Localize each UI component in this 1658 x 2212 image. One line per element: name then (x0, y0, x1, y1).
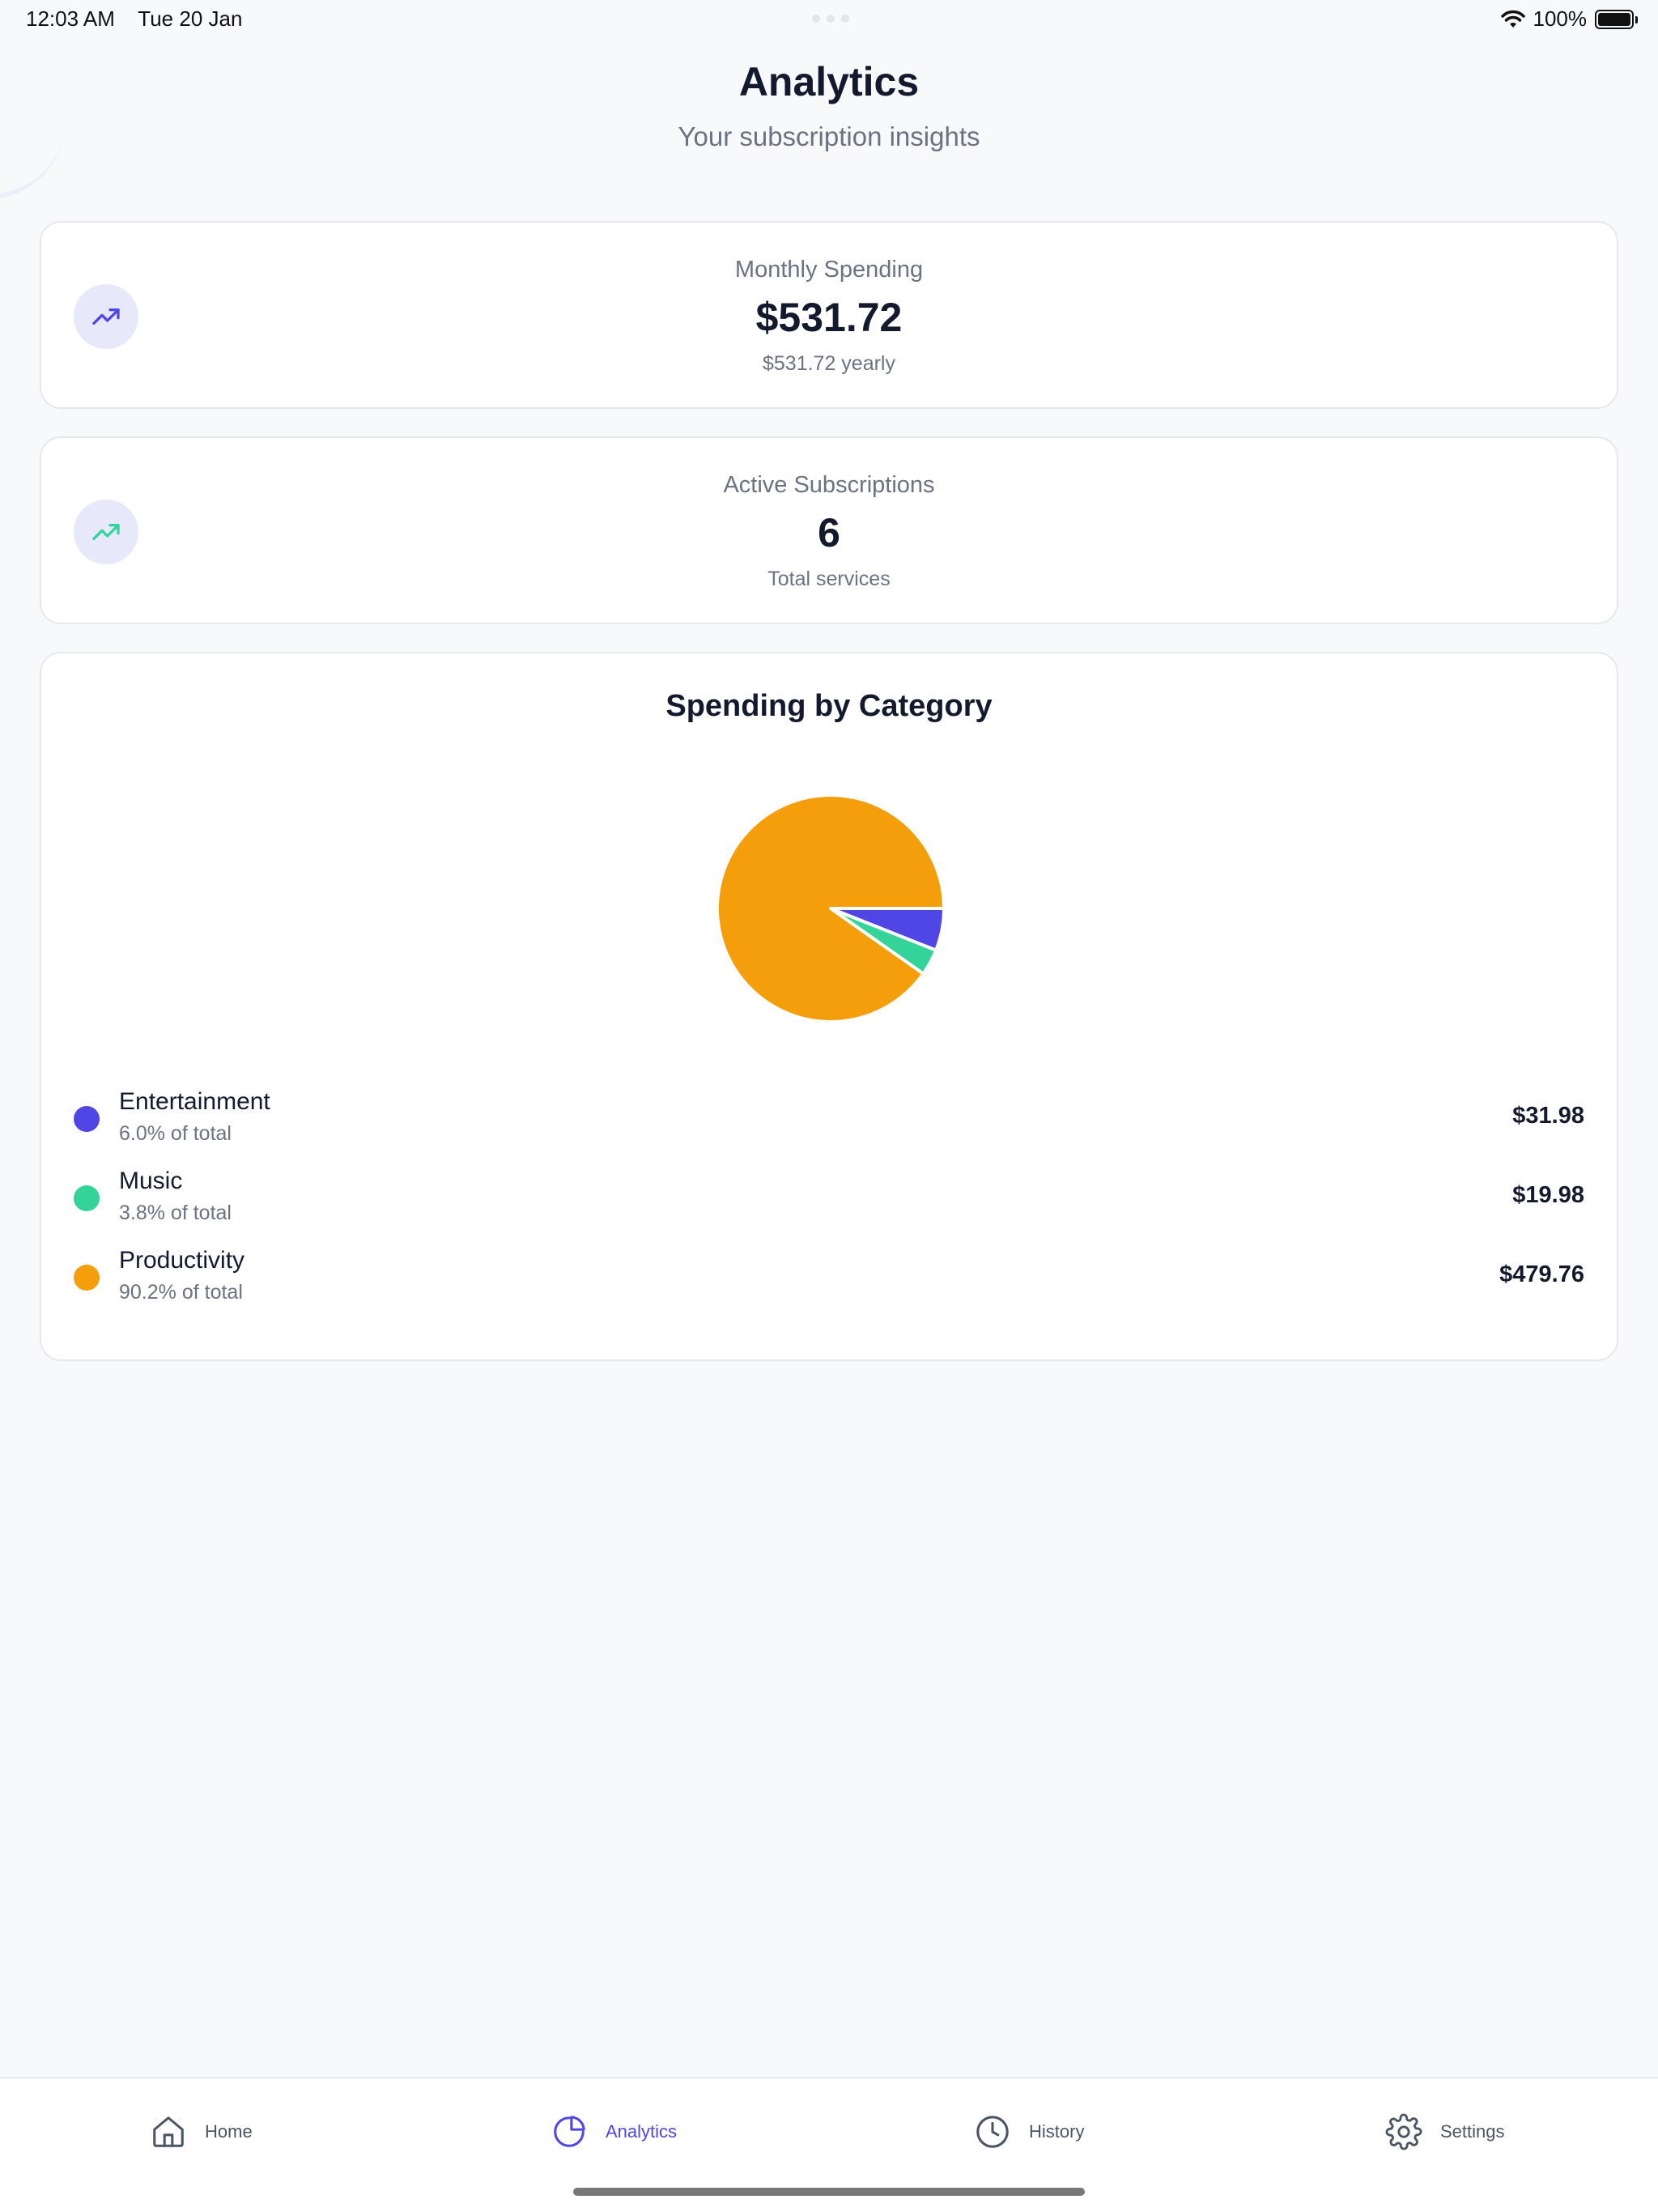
page-subtitle: Your subscription insights (678, 121, 980, 151)
entertainment-color-dot (74, 1106, 100, 1132)
legend-item-productivity: Productivity 90.2% of total $479.76 (74, 1247, 1584, 1312)
music-color-dot (74, 1185, 100, 1211)
productivity-color-dot (74, 1265, 100, 1291)
active-subscriptions-label: Active Subscriptions (723, 472, 935, 498)
tab-history-label: History (1029, 2121, 1085, 2142)
yearly-spending-value: $531.72 yearly (762, 352, 895, 375)
legend-name: Productivity (119, 1247, 245, 1274)
status-time: 12:03 AM Tue 20 Jan (26, 6, 242, 32)
battery-icon (1595, 9, 1638, 29)
tab-analytics-label: Analytics (606, 2121, 678, 2142)
tab-settings-label: Settings (1440, 2121, 1505, 2142)
legend-name: Music (119, 1168, 183, 1194)
multitasking-dots[interactable] (812, 15, 849, 23)
pie-chart-icon (554, 2116, 585, 2147)
legend-percent: 6.0% of total (119, 1122, 232, 1145)
status-date-value: Tue 20 Jan (138, 6, 243, 31)
total-services-label: Total services (767, 568, 891, 590)
wifi-icon (1500, 10, 1525, 28)
page-title: Analytics (738, 59, 920, 104)
legend-name: Entertainment (119, 1088, 270, 1115)
tab-home-label: Home (205, 2121, 253, 2142)
tab-history[interactable]: History (974, 2111, 1084, 2153)
monthly-spending-value: $531.72 (755, 295, 903, 340)
clock-icon (976, 2116, 1009, 2148)
legend-percent: 3.8% of total (119, 1202, 232, 1224)
legend-item-entertainment: Entertainment 6.0% of total $31.98 (74, 1088, 1584, 1153)
status-bar: 12:03 AM Tue 20 Jan 100% (0, 0, 1658, 39)
category-chart-title: Spending by Category (665, 689, 993, 723)
status-time-value: 12:03 AM (26, 6, 115, 31)
legend-item-music: Music 3.8% of total $19.98 (74, 1168, 1584, 1232)
category-pie-chart (716, 793, 946, 1023)
legend-amount: $31.98 (1512, 1103, 1584, 1129)
monthly-spending-label: Monthly Spending (734, 257, 924, 283)
active-subscriptions-count: 6 (818, 510, 840, 555)
tab-analytics[interactable]: Analytics (551, 2111, 677, 2153)
tab-settings[interactable]: Settings (1385, 2111, 1505, 2153)
monthly-spending-card: Monthly Spending $531.72 $531.72 yearly (40, 221, 1618, 409)
legend-amount: $19.98 (1512, 1182, 1584, 1208)
status-indicators: 100% (1500, 6, 1638, 32)
gear-icon (1385, 2113, 1422, 2150)
legend-amount: $479.76 (1499, 1261, 1584, 1287)
active-subscriptions-card: Active Subscriptions 6 Total services (40, 436, 1618, 624)
spending-by-category-card: Spending by Category Entertainment 6.0% … (40, 652, 1618, 1361)
tab-home[interactable]: Home (150, 2111, 253, 2153)
legend-percent: 90.2% of total (119, 1281, 243, 1304)
battery-percent: 100% (1533, 6, 1588, 31)
home-icon (153, 2116, 184, 2147)
home-indicator (573, 2188, 1085, 2196)
pie-slice-productivity (716, 793, 946, 1023)
